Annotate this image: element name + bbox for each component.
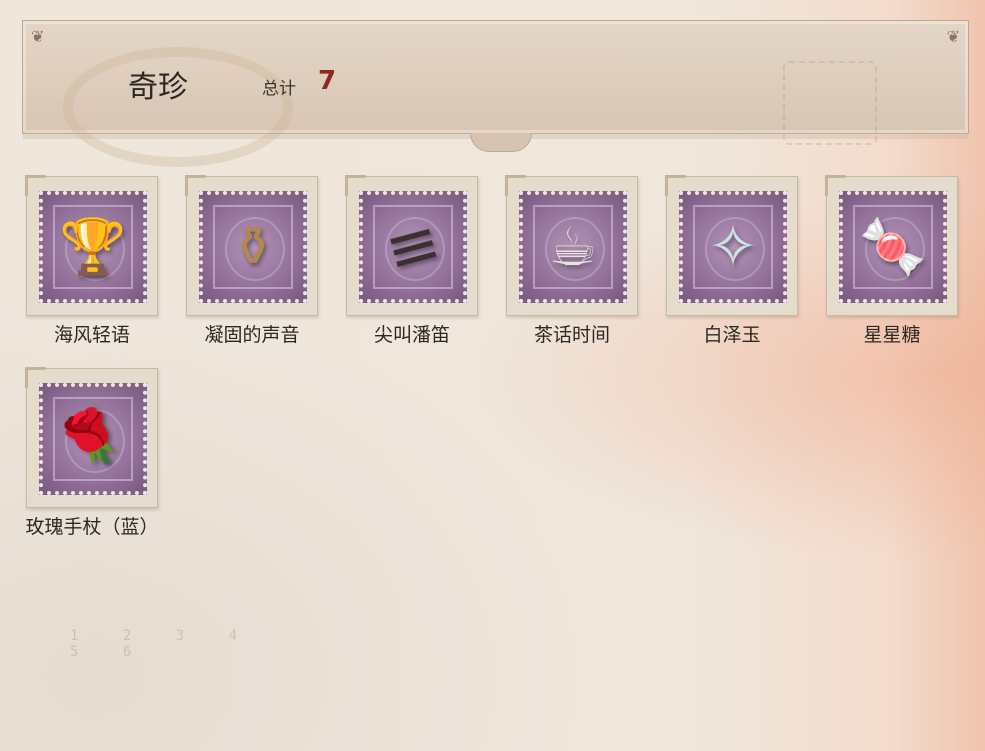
bronze-urn-icon: ⚱ <box>230 215 276 278</box>
corner-ornament-icon: ❦ <box>31 27 45 46</box>
item-frame: ⚱ <box>185 175 318 316</box>
item-frame: 🍬 <box>825 175 958 316</box>
item-frame: 🌹 <box>25 367 158 508</box>
item-label: 尖叫潘笛 <box>373 324 450 346</box>
item-frame: ≡ <box>345 175 478 316</box>
crystal-goblet-icon: 🏆 <box>59 215 127 278</box>
watermark-decoration <box>783 61 877 145</box>
corner-ornament-icon: ❦ <box>946 27 960 46</box>
item-card[interactable]: ≡ 尖叫潘笛 <box>342 175 482 347</box>
item-label: 星星糖 <box>863 324 921 346</box>
jade-deer-icon: ✧ <box>707 212 759 282</box>
item-frame: ☕ <box>505 175 638 316</box>
total-count: 7 <box>318 66 337 96</box>
candy-jar-icon: 🍬 <box>859 215 927 278</box>
header-notch <box>470 133 532 152</box>
item-card[interactable]: 🏆 海风轻语 <box>22 175 162 347</box>
page-title: 奇珍 <box>128 70 188 105</box>
teapot-icon: ☕ <box>548 215 598 278</box>
ruler-watermark: 1 2 3 4 5 6 <box>70 628 256 660</box>
item-frame: 🏆 <box>25 175 158 316</box>
item-card[interactable]: 🌹 玫瑰手杖（蓝） <box>22 367 162 539</box>
item-label: 茶话时间 <box>533 324 610 346</box>
item-label: 玫瑰手杖（蓝） <box>25 516 159 538</box>
item-card[interactable]: ✧ 白泽玉 <box>662 175 802 347</box>
item-card[interactable]: ⚱ 凝固的声音 <box>182 175 322 347</box>
item-card[interactable]: 🍬 星星糖 <box>822 175 962 347</box>
item-label: 凝固的声音 <box>204 324 300 346</box>
total-label: 总计 <box>262 79 296 99</box>
item-frame: ✧ <box>665 175 798 316</box>
item-label: 海风轻语 <box>53 324 130 346</box>
item-card[interactable]: ☕ 茶话时间 <box>502 175 642 347</box>
item-label: 白泽玉 <box>703 324 761 346</box>
